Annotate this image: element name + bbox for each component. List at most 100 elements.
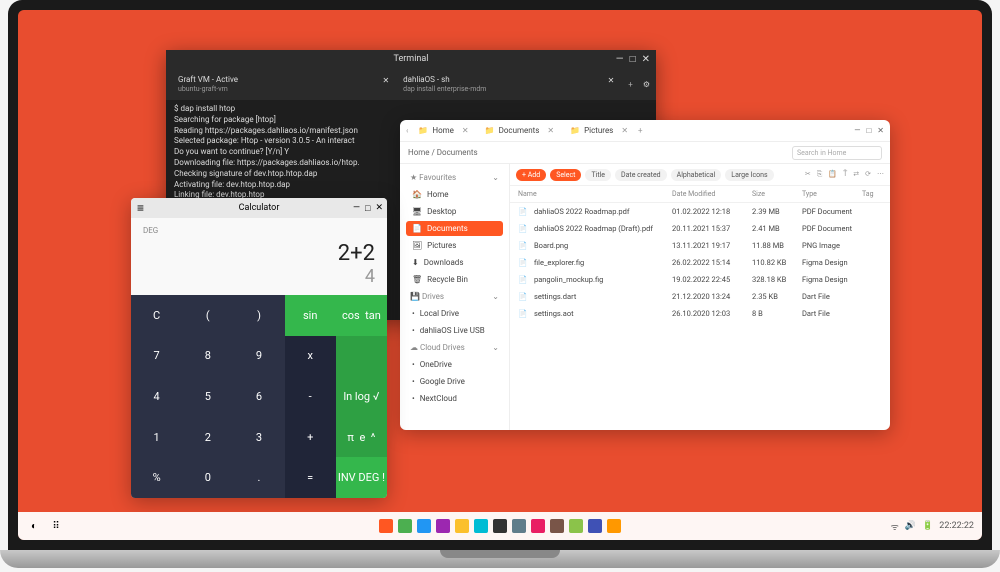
sidebar-item-pictures[interactable]: 🖼 Pictures (406, 238, 503, 253)
taskbar-app-1[interactable] (379, 519, 393, 533)
settings-icon[interactable]: ⚙ (643, 80, 650, 89)
key-4[interactable]: 4 (131, 376, 182, 417)
key-sub[interactable]: - (285, 376, 336, 417)
taskbar-app-6[interactable] (474, 519, 488, 533)
key-5[interactable]: 5 (182, 376, 233, 417)
key-blank1[interactable] (336, 336, 387, 377)
angle-mode[interactable]: DEG (143, 226, 375, 235)
volume-icon[interactable]: 🔊 (905, 521, 916, 531)
cut-icon[interactable]: ✂ (805, 170, 811, 179)
close-tab-icon[interactable]: ✕ (547, 126, 554, 135)
terminal-tab-2[interactable]: dahliaOS - sh dap install enterprise-mdm… (397, 72, 618, 96)
launcher-icon[interactable]: ◐ (26, 518, 42, 534)
key-2[interactable]: 2 (182, 417, 233, 458)
sidebar-item-downloads[interactable]: ⬇ Downloads (406, 255, 503, 270)
sort-date-button[interactable]: Date created (615, 169, 667, 181)
sidebar-group-favourites[interactable]: ★ Favourites⌄ (406, 170, 503, 185)
file-row[interactable]: 📄pangolin_mockup.fig19.02.2022 22:45328.… (510, 271, 890, 288)
close-tab-icon[interactable]: ✕ (608, 76, 615, 85)
sidebar-item-home[interactable]: 🏠 Home (406, 187, 503, 202)
maximize-icon[interactable]: □ (630, 54, 636, 65)
taskbar-app-11[interactable] (569, 519, 583, 533)
key-0[interactable]: 0 (182, 457, 233, 498)
wifi-icon[interactable]: ᯤ (891, 520, 899, 533)
share-icon[interactable]: ⇄ (853, 170, 859, 179)
new-tab-icon[interactable]: + (622, 80, 639, 89)
key-lparen[interactable]: ( (182, 295, 233, 336)
close-icon[interactable]: ✕ (375, 203, 383, 214)
key-dot[interactable]: . (233, 457, 284, 498)
key-inv[interactable]: INV DEG ! (336, 457, 387, 498)
key-tan[interactable]: cos tan (336, 295, 387, 336)
rename-icon[interactable]: Ť (843, 170, 847, 179)
key-ln[interactable]: ln log √ (336, 376, 387, 417)
key-C[interactable]: C (131, 295, 182, 336)
terminal-titlebar[interactable]: Terminal — □ ✕ (166, 50, 656, 68)
files-window[interactable]: ‹ 📁 Home✕ 📁 Documents✕ 📁 Pictures✕ + — □… (400, 120, 890, 430)
file-row[interactable]: 📄Board.png13.11.2021 19:1711.88 MBPNG Im… (510, 237, 890, 254)
more-icon[interactable]: ⋯ (877, 170, 884, 179)
sidebar-item-desktop[interactable]: 🖥 Desktop (406, 204, 503, 219)
taskbar-app-7[interactable] (493, 519, 507, 533)
taskbar-app-5[interactable] (455, 519, 469, 533)
key-3[interactable]: 3 (233, 417, 284, 458)
taskbar-app-3[interactable] (417, 519, 431, 533)
files-tab-documents[interactable]: 📁 Documents✕ (479, 124, 561, 137)
key-sin[interactable]: sin (285, 295, 336, 336)
chevron-down-icon[interactable]: ⌄ (492, 173, 499, 182)
sidebar-group-drives[interactable]: 💾 Drives⌄ (406, 289, 503, 304)
view-large-icons[interactable]: Large Icons (725, 169, 773, 181)
sort-title-button[interactable]: Title (585, 169, 611, 181)
files-tab-pictures[interactable]: 📁 Pictures✕ (564, 124, 634, 137)
close-icon[interactable]: ✕ (877, 126, 884, 135)
minimize-icon[interactable]: — (616, 54, 624, 65)
sidebar-item-nextcloud[interactable]: • NextCloud (406, 391, 503, 406)
taskbar-app-2[interactable] (398, 519, 412, 533)
clock[interactable]: 22:22:22 (939, 521, 974, 531)
key-1[interactable]: 1 (131, 417, 182, 458)
apps-icon[interactable]: ⠿ (48, 518, 64, 534)
new-tab-icon[interactable]: + (638, 126, 643, 135)
sort-alpha-button[interactable]: Alphabetical (671, 169, 722, 181)
key-mul[interactable]: x (285, 336, 336, 377)
chevron-down-icon[interactable]: ⌄ (492, 292, 499, 301)
taskbar-app-10[interactable] (550, 519, 564, 533)
key-rparen[interactable]: ) (233, 295, 284, 336)
sidebar-item-live-usb[interactable]: • dahliaOS Live USB (406, 323, 503, 338)
minimize-icon[interactable]: — (854, 126, 860, 135)
key-6[interactable]: 6 (233, 376, 284, 417)
sidebar-group-cloud[interactable]: ☁ Cloud Drives⌄ (406, 340, 503, 355)
taskbar-app-12[interactable] (588, 519, 602, 533)
file-row[interactable]: 📄settings.aot26.10.2020 12:038 BDart Fil… (510, 305, 890, 322)
sidebar-item-recycle[interactable]: 🗑 Recycle Bin (406, 272, 503, 287)
calculator-window[interactable]: ≡ Calculator — □ ✕ DEG 2+2 4 C ( ) sin c… (131, 198, 387, 498)
minimize-icon[interactable]: — (353, 203, 360, 214)
add-button[interactable]: + Add (516, 169, 546, 181)
file-row[interactable]: 📄dahliaOS 2022 Roadmap.pdf01.02.2022 12:… (510, 203, 890, 220)
search-input[interactable]: Search in Home (792, 146, 882, 160)
chevron-down-icon[interactable]: ⌄ (492, 343, 499, 352)
key-7[interactable]: 7 (131, 336, 182, 377)
copy-icon[interactable]: ⎘ (817, 170, 823, 179)
close-tab-icon[interactable]: ✕ (462, 126, 469, 135)
refresh-icon[interactable]: ⟳ (865, 170, 871, 179)
file-row[interactable]: 📄dahliaOS 2022 Roadmap (Draft).pdf20.11.… (510, 220, 890, 237)
key-8[interactable]: 8 (182, 336, 233, 377)
files-tab-home[interactable]: 📁 Home✕ (412, 124, 474, 137)
close-tab-icon[interactable]: ✕ (621, 126, 628, 135)
taskbar[interactable]: ◐ ⠿ ᯤ 🔊 🔋 22:22:22 (18, 512, 982, 540)
key-pct[interactable]: % (131, 457, 182, 498)
sidebar-item-local-drive[interactable]: • Local Drive (406, 306, 503, 321)
key-pi[interactable]: π e ^ (336, 417, 387, 458)
breadcrumb[interactable]: Home / Documents (408, 148, 478, 157)
taskbar-app-13[interactable] (607, 519, 621, 533)
maximize-icon[interactable]: □ (866, 126, 871, 135)
files-column-header[interactable]: Name Date Modified Size Type Tag (510, 186, 890, 203)
select-button[interactable]: Select (550, 169, 581, 181)
menu-icon[interactable]: ≡ (137, 201, 144, 215)
key-add[interactable]: + (285, 417, 336, 458)
close-tab-icon[interactable]: ✕ (382, 76, 389, 85)
paste-icon[interactable]: 📋 (828, 170, 837, 179)
sidebar-item-documents[interactable]: 📄 Documents (406, 221, 503, 236)
file-row[interactable]: 📄file_explorer.fig26.02.2022 15:14110.82… (510, 254, 890, 271)
